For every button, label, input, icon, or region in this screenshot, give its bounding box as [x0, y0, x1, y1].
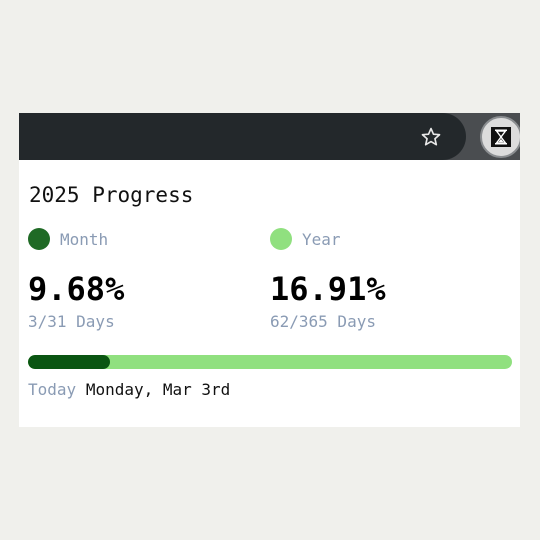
- today-row: Today Monday, Mar 3rd: [28, 380, 230, 399]
- year-progress-fill: [28, 355, 110, 369]
- bookmark-button[interactable]: [415, 121, 447, 153]
- star-outline-icon: [421, 127, 441, 146]
- month-days: 3/31 Days: [28, 312, 115, 331]
- year-percent: 16.91%: [270, 270, 386, 308]
- browser-toolbar: [19, 113, 520, 160]
- today-label: Today: [28, 380, 77, 399]
- year-label: Year: [302, 229, 341, 249]
- year-progress-bar: [28, 355, 512, 369]
- hourglass-icon: [491, 127, 511, 147]
- month-label: Month: [60, 229, 109, 249]
- year-legend: Year: [270, 228, 341, 250]
- address-bar-area[interactable]: [19, 113, 466, 160]
- month-color-dot: [28, 228, 50, 250]
- month-legend: Month: [28, 228, 108, 250]
- extension-button[interactable]: [480, 116, 520, 158]
- extension-window: 2025 Progress Month Year 9.68% 16.91% 3/…: [19, 113, 520, 427]
- year-color-dot: [270, 228, 292, 250]
- today-value: Monday, Mar 3rd: [85, 380, 231, 399]
- year-days: 62/365 Days: [270, 312, 376, 331]
- month-percent: 9.68%: [28, 270, 125, 308]
- popup-title: 2025 Progress: [29, 183, 194, 207]
